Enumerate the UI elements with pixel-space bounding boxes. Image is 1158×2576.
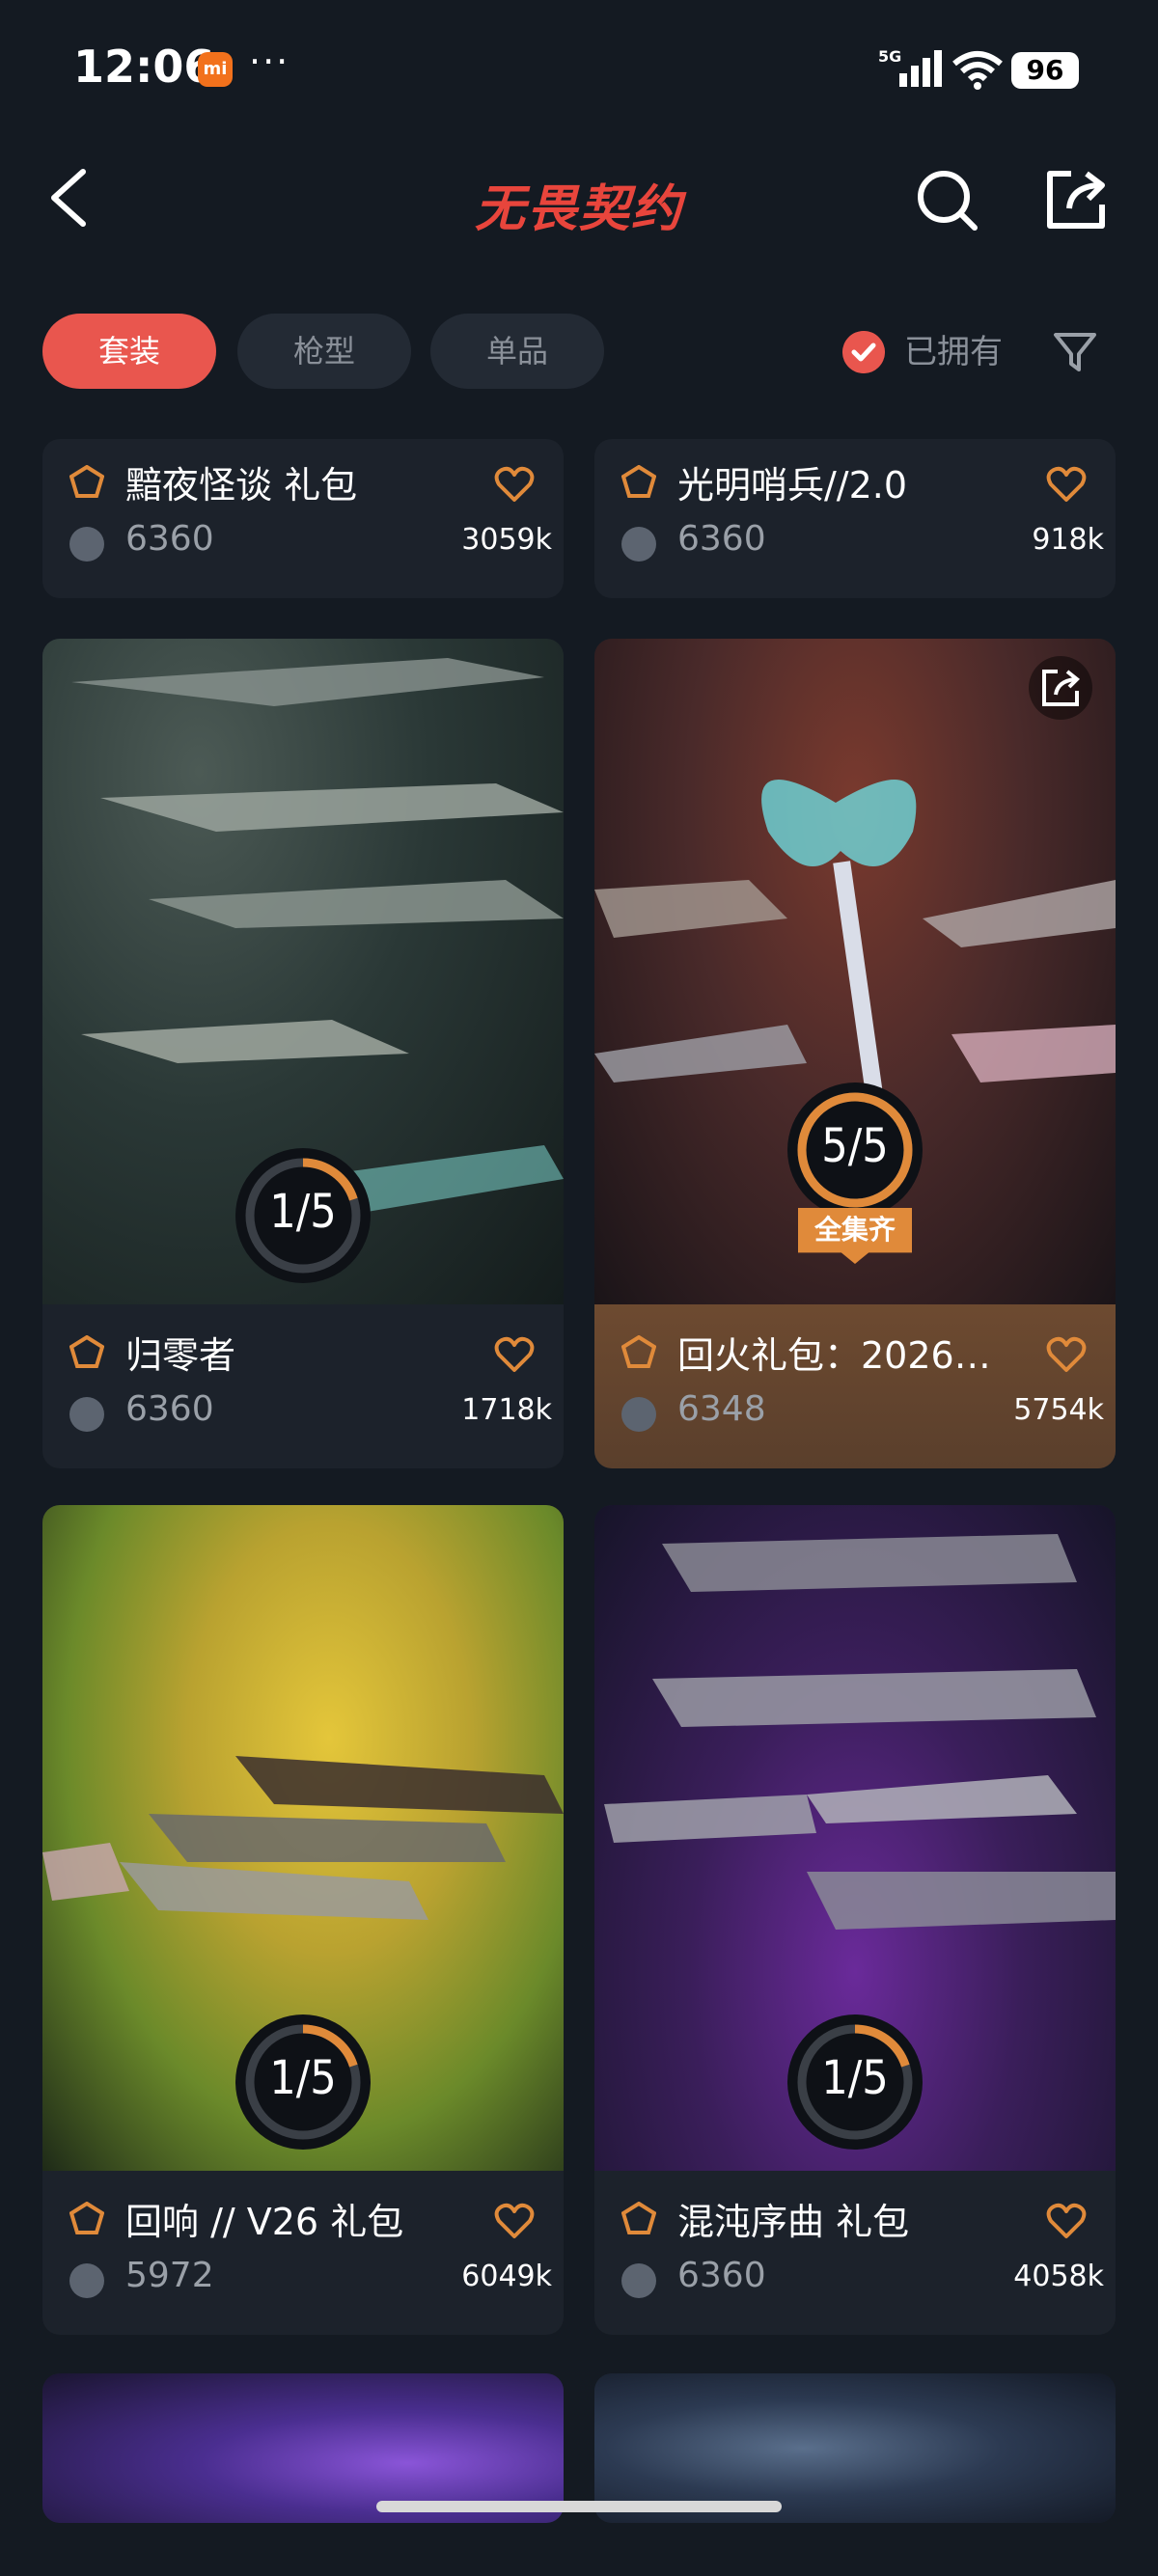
card-info: 光明哨兵//2.0 6360 918k (594, 439, 1116, 598)
card-share-button[interactable] (1029, 656, 1092, 720)
like-count: 3059k (461, 523, 552, 557)
share-icon[interactable] (1042, 166, 1110, 233)
tier-rank-icon (69, 465, 104, 498)
home-indicator[interactable] (376, 2501, 782, 2512)
vp-currency-icon (621, 2263, 656, 2298)
like-count: 6049k (461, 2260, 552, 2293)
bundle-card[interactable]: 1/5 混沌序曲 礼包 6360 4058k (594, 1505, 1116, 2335)
like-count: 4058k (1013, 2260, 1104, 2293)
battery-indicator: 96 (1011, 52, 1079, 89)
tab-bundles[interactable]: 套装 (42, 314, 216, 389)
tier-rank-icon (621, 1335, 656, 1368)
bundle-name: 回火礼包：2026… (677, 1334, 991, 1377)
collection-count: 1/5 (269, 1185, 337, 1239)
bundle-price: 6360 (125, 1389, 214, 1429)
collection-count: 5/5 (821, 1119, 889, 1173)
vp-currency-icon (69, 527, 104, 562)
tier-rank-icon (621, 2202, 656, 2234)
bundle-name: 混沌序曲 礼包 (677, 2201, 910, 2243)
collection-progress-ring: 1/5 (787, 2014, 923, 2150)
bundle-card[interactable]: 1/5 回响 // V26 礼包 5972 6049k (42, 1505, 564, 2335)
bundle-card[interactable]: 5/5 全集齐 回火礼包：2026… 6348 5754k (594, 639, 1116, 1468)
card-info: 回响 // V26 礼包 5972 6049k (42, 2171, 564, 2335)
wifi-icon (952, 51, 1003, 90)
bundle-name: 回响 // V26 礼包 (125, 2201, 404, 2243)
status-bar: 12:06 mi ··· 5G 96 (0, 0, 1158, 135)
favorite-heart-icon[interactable] (1046, 465, 1087, 504)
bundle-price: 5972 (125, 2256, 214, 2295)
network-type-label: 5G (878, 47, 901, 66)
mi-notification-icon: mi (198, 52, 233, 87)
more-notifications-icon: ··· (249, 41, 290, 83)
collection-count: 1/5 (269, 2051, 337, 2105)
collection-progress-ring: 1/5 (235, 2014, 371, 2150)
bundle-card[interactable]: 光明哨兵//2.0 6360 918k (594, 439, 1116, 598)
bundle-name: 黯夜怪谈 礼包 (125, 464, 358, 507)
app-header: 无畏契约 (0, 145, 1158, 251)
tier-rank-icon (621, 465, 656, 498)
card-info: 归零者 6360 1718k (42, 1304, 564, 1468)
bundle-card[interactable]: 黯夜怪谈 礼包 6360 3059k (42, 439, 564, 598)
vp-currency-icon (621, 527, 656, 562)
favorite-heart-icon[interactable] (494, 465, 535, 504)
like-count: 5754k (1013, 1393, 1104, 1427)
bundle-name: 光明哨兵//2.0 (677, 464, 908, 507)
tier-rank-icon (69, 1335, 104, 1368)
like-count: 1718k (461, 1393, 552, 1427)
page-title: 无畏契约 (474, 180, 683, 238)
bundle-grid: 黯夜怪谈 礼包 6360 3059k 光明哨兵//2.0 6360 918k 1… (0, 439, 1158, 2523)
bundle-price: 6360 (677, 2256, 766, 2295)
share-icon (1042, 670, 1080, 706)
favorite-heart-icon[interactable] (494, 2202, 535, 2240)
favorite-heart-icon[interactable] (1046, 2202, 1087, 2240)
card-info: 回火礼包：2026… 6348 5754k (594, 1304, 1116, 1468)
favorite-heart-icon[interactable] (1046, 1335, 1087, 1374)
bundle-name: 归零者 (125, 1334, 236, 1377)
tier-rank-icon (69, 2202, 104, 2234)
vp-currency-icon (69, 1397, 104, 1432)
card-info: 混沌序曲 礼包 6360 4058k (594, 2171, 1116, 2335)
collection-count: 1/5 (821, 2051, 889, 2105)
collection-progress-ring: 1/5 (235, 1148, 371, 1283)
vp-currency-icon (621, 1397, 656, 1432)
bundle-price: 6360 (125, 519, 214, 559)
favorite-heart-icon[interactable] (494, 1335, 535, 1374)
category-tabs: 套装 枪型 单品 已拥有 (0, 314, 1158, 391)
status-time: 12:06 (73, 41, 215, 93)
tab-single-item[interactable]: 单品 (430, 314, 604, 389)
bundle-price: 6348 (677, 1389, 766, 1429)
check-icon (842, 331, 885, 373)
like-count: 918k (1032, 523, 1104, 557)
filter-funnel-icon[interactable] (1052, 329, 1098, 375)
vp-currency-icon (69, 2263, 104, 2298)
collection-progress-ring: 5/5 (787, 1082, 923, 1218)
search-icon[interactable] (913, 166, 980, 233)
owned-filter-label: 已拥有 (904, 333, 1003, 371)
bundle-price: 6360 (677, 519, 766, 559)
cellular-signal-icon: 5G (878, 47, 942, 87)
card-info: 黯夜怪谈 礼包 6360 3059k (42, 439, 564, 598)
bundle-card[interactable]: 1/5 归零者 6360 1718k (42, 639, 564, 1468)
tab-weapon-type[interactable]: 枪型 (237, 314, 411, 389)
